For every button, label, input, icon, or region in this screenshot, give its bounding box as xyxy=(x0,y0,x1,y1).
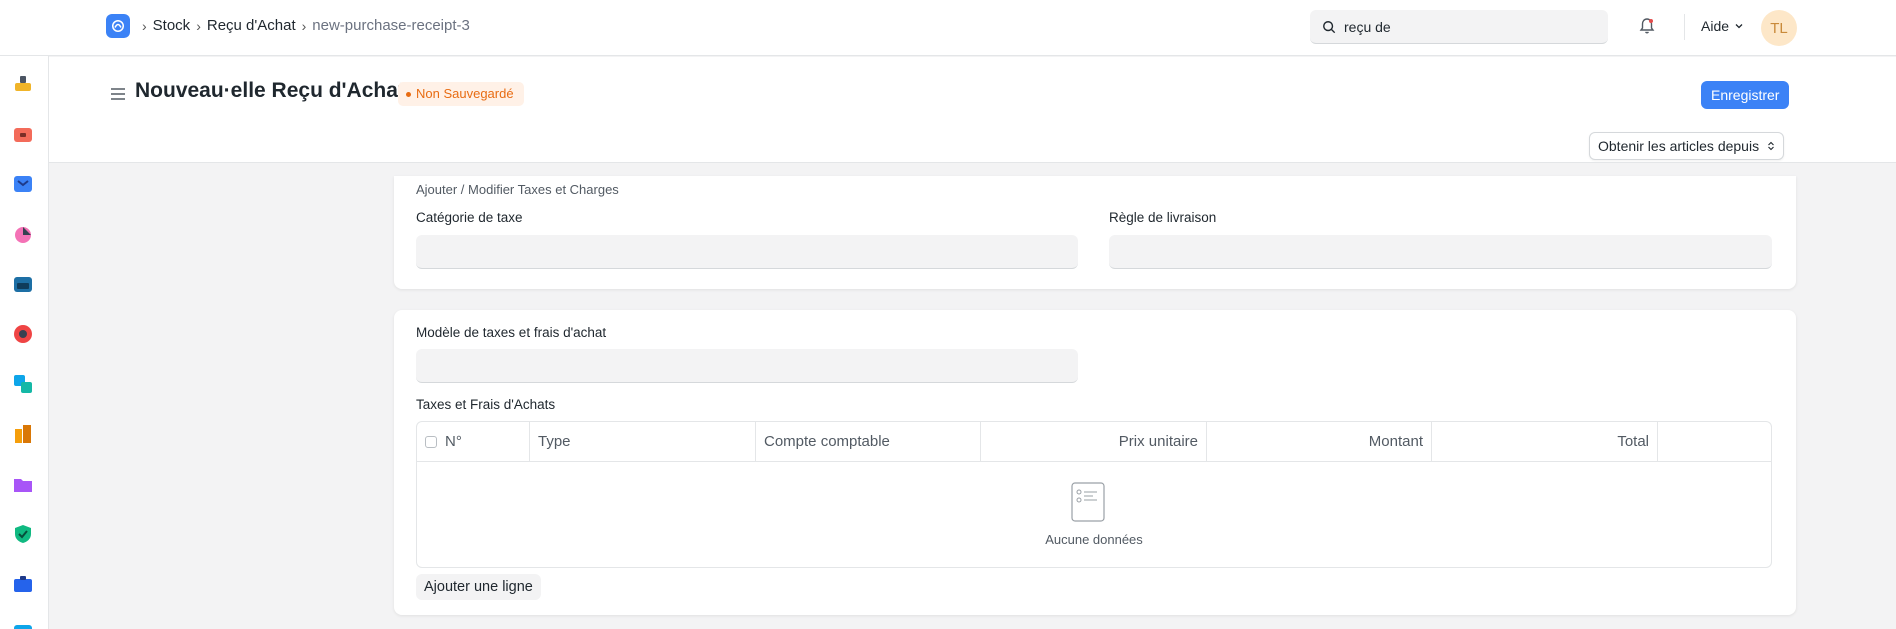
taxes-charges-section: Ajouter / Modifier Taxes et Charges Caté… xyxy=(394,176,1796,289)
tax-category-label: Catégorie de taxe xyxy=(416,210,523,225)
search-input[interactable] xyxy=(1344,18,1584,35)
chevron-right-icon: › xyxy=(301,17,307,34)
add-row-button[interactable]: Ajouter une ligne xyxy=(416,574,541,600)
breadcrumb: › Stock › Reçu d'Achat › new-purchase-re… xyxy=(142,17,476,34)
buying-icon[interactable] xyxy=(12,72,34,94)
column-header-number: N° xyxy=(417,422,530,462)
status-badge: Non Sauvegardé xyxy=(398,82,524,106)
empty-list-icon xyxy=(1071,482,1105,522)
chevron-right-icon: › xyxy=(142,17,147,34)
quality-icon[interactable] xyxy=(12,473,34,495)
shipping-rule-field[interactable] xyxy=(1109,235,1772,269)
taxes-table-label: Taxes et Frais d'Achats xyxy=(416,397,556,412)
avatar[interactable]: TL xyxy=(1761,10,1797,46)
empty-state-text: Aucune données xyxy=(1045,532,1143,547)
app-sidebar xyxy=(0,56,49,629)
chevron-right-icon: › xyxy=(196,17,201,34)
column-header-account: Compte comptable xyxy=(756,422,981,462)
selling-icon[interactable] xyxy=(12,123,34,145)
column-header-amount: Montant xyxy=(1207,422,1432,462)
notification-bell-icon[interactable] xyxy=(1637,16,1657,36)
tax-category-field[interactable] xyxy=(416,235,1078,269)
projects-icon[interactable] xyxy=(12,423,34,445)
shipping-rule-label: Règle de livraison xyxy=(1109,210,1217,225)
help-dropdown[interactable]: Aide xyxy=(1701,18,1744,34)
hr-icon[interactable] xyxy=(12,573,34,595)
menu-icon[interactable] xyxy=(110,87,126,101)
breadcrumb-stock[interactable]: Stock xyxy=(153,17,191,34)
template-field[interactable] xyxy=(416,349,1078,383)
save-button[interactable]: Enregistrer xyxy=(1701,81,1790,109)
chevron-down-icon xyxy=(1735,24,1743,29)
page-head: Nouveau·elle Reçu d'Achat Non Sauvegardé… xyxy=(49,57,1896,163)
breadcrumb-current: new-purchase-receipt-3 xyxy=(312,17,470,34)
page-title: Nouveau·elle Reçu d'Achat xyxy=(135,79,405,102)
taxes-template-section: Modèle de taxes et frais d'achat Taxes e… xyxy=(394,310,1796,615)
get-items-from-label: Obtenir les articles depuis xyxy=(1598,138,1760,154)
help-label: Aide xyxy=(1701,18,1730,34)
search-bar[interactable] xyxy=(1310,10,1608,44)
breadcrumb-purchase-receipt[interactable]: Reçu d'Achat xyxy=(207,17,296,34)
stock-icon[interactable] xyxy=(12,173,34,195)
table-header: N° Type Compte comptable Prix unitaire M… xyxy=(417,422,1771,462)
column-header-type: Type xyxy=(530,422,756,462)
navbar-divider xyxy=(1684,14,1685,40)
taxes-table: N° Type Compte comptable Prix unitaire M… xyxy=(416,421,1772,568)
search-icon xyxy=(1323,20,1336,33)
select-arrows-icon xyxy=(1768,141,1774,151)
template-label: Modèle de taxes et frais d'achat xyxy=(416,325,607,340)
crm-icon[interactable] xyxy=(12,323,34,345)
app-logo-icon[interactable] xyxy=(106,14,130,38)
section-title: Ajouter / Modifier Taxes et Charges xyxy=(416,182,619,197)
select-all-checkbox[interactable] xyxy=(425,436,437,448)
get-items-from-button[interactable]: Obtenir les articles depuis xyxy=(1589,132,1784,160)
assets-icon[interactable] xyxy=(12,273,34,295)
accounting-icon[interactable] xyxy=(12,223,34,245)
column-header-total: Total xyxy=(1432,422,1658,462)
column-header-rate: Prix unitaire xyxy=(981,422,1207,462)
top-navbar: › Stock › Reçu d'Achat › new-purchase-re… xyxy=(0,0,1896,56)
support-icon[interactable] xyxy=(12,523,34,545)
tools-icon[interactable] xyxy=(12,621,34,629)
manufacturing-icon[interactable] xyxy=(12,373,34,395)
